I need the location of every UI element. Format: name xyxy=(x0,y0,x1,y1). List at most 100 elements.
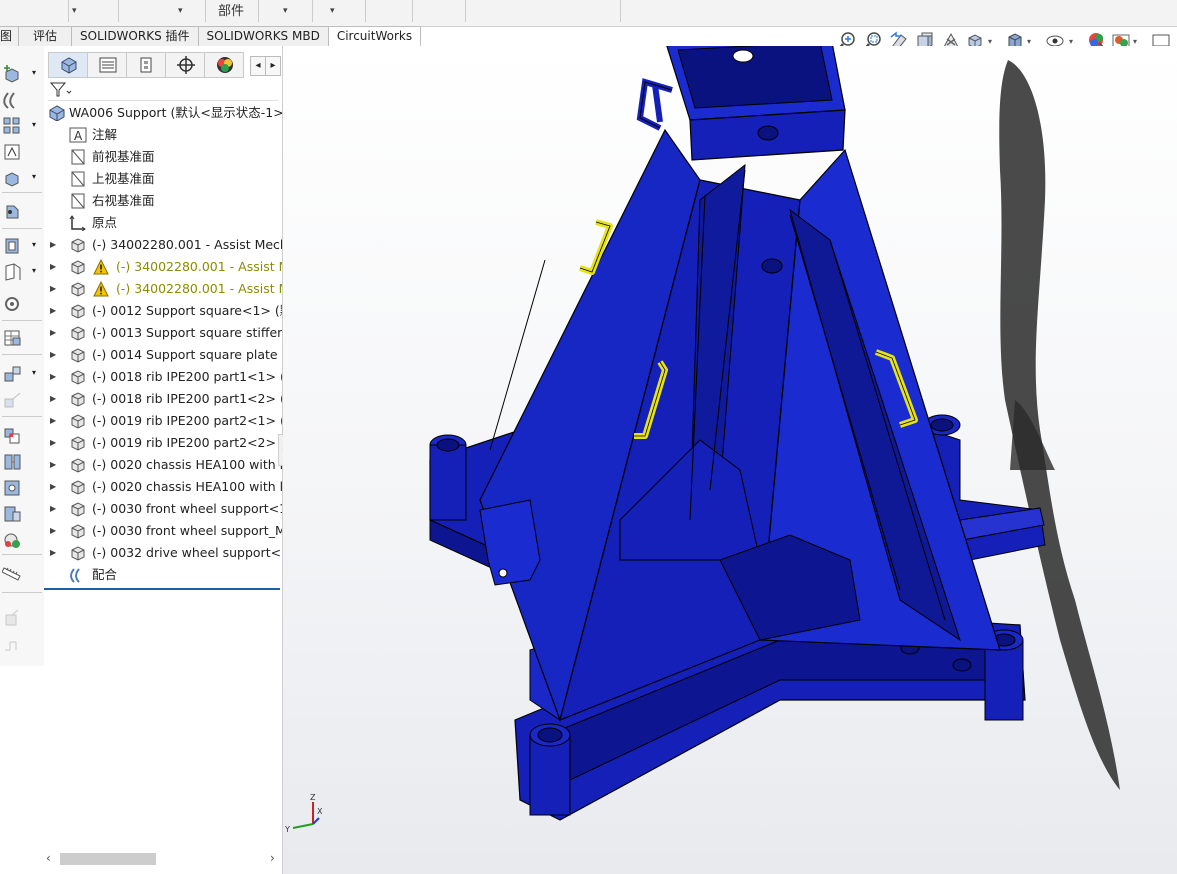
bill-of-materials-icon[interactable] xyxy=(2,328,24,348)
expand-arrow-icon[interactable]: ▶ xyxy=(50,366,56,388)
assembly-model[interactable] xyxy=(283,46,1177,874)
display-style-dropdown[interactable]: ▾ xyxy=(1027,37,1031,46)
tree-component[interactable]: ▶ (-) 0014 Support square plate 2- xyxy=(44,344,282,366)
tree-component-warning[interactable]: ▶ (-) 34002280.001 - Assist Me xyxy=(44,278,282,300)
clearance-verification-icon[interactable] xyxy=(2,452,24,472)
tree-component[interactable]: ▶ (-) 0020 chassis HEA100 with lev xyxy=(44,476,282,498)
tree-item-mates[interactable]: 配合 xyxy=(44,564,282,586)
tree-filter[interactable] xyxy=(48,80,278,101)
tab-dimxpert-manager[interactable] xyxy=(165,52,204,78)
expand-arrow-icon[interactable]: ▶ xyxy=(50,476,56,498)
component-label: (-) 34002280.001 - Assist Me xyxy=(116,281,282,296)
tree-item-top-plane[interactable]: 上视基准面 xyxy=(44,168,282,190)
mate-icon[interactable] xyxy=(2,90,24,110)
expand-arrow-icon[interactable]: ▶ xyxy=(50,542,56,564)
tab-property-manager[interactable] xyxy=(87,52,126,78)
tabs-scroll-left[interactable]: ◂ xyxy=(250,56,266,76)
tab-circuitworks[interactable]: CircuitWorks xyxy=(328,26,422,47)
tree-component[interactable]: ▶ (-) 0030 front wheel support_MII xyxy=(44,520,282,542)
expand-arrow-icon[interactable]: ▶ xyxy=(50,454,56,476)
hole-alignment-icon[interactable] xyxy=(2,478,24,498)
smart-fasteners-icon[interactable] xyxy=(2,142,24,162)
tree-item-annotations[interactable]: A 注解 xyxy=(44,124,282,146)
expand-arrow-icon[interactable]: ▶ xyxy=(50,234,56,256)
expand-arrow-icon[interactable]: ▶ xyxy=(50,432,56,454)
expand-arrow-icon[interactable]: ▶ xyxy=(50,256,56,278)
assembly-visualization-icon[interactable] xyxy=(2,504,24,524)
tree-item-right-plane[interactable]: 右视基准面 xyxy=(44,190,282,212)
expand-arrow-icon[interactable]: ▶ xyxy=(50,388,56,410)
ribbon-dropdown-2[interactable]: ▾ xyxy=(178,6,183,16)
tree-root-assembly[interactable]: WA006 Support (默认<显示状态-1>) xyxy=(44,102,282,124)
assembly-features-icon[interactable] xyxy=(2,236,24,256)
reference-geometry-dropdown[interactable]: ▾ xyxy=(32,266,36,275)
exploded-view-dropdown[interactable]: ▾ xyxy=(32,368,36,377)
ribbon-assembly-label[interactable]: 部件 xyxy=(218,0,244,19)
tree-component[interactable]: ▶ (-) 0019 rib IPE200 part2<1> (默 xyxy=(44,410,282,432)
show-hidden-components-icon[interactable] xyxy=(2,202,24,222)
tree-component[interactable]: ▶ (-) 34002280.001 - Assist Mech A xyxy=(44,234,282,256)
move-component-dropdown[interactable]: ▾ xyxy=(32,172,36,181)
scroll-thumb[interactable] xyxy=(60,853,156,865)
expand-arrow-icon[interactable]: ▶ xyxy=(50,278,56,300)
tree-item-label: 右视基准面 xyxy=(92,193,155,208)
tree-component[interactable]: ▶ (-) 0030 front wheel support<1> xyxy=(44,498,282,520)
tab-evaluate[interactable]: 评估 xyxy=(19,26,73,47)
scroll-right-arrow-icon[interactable]: › xyxy=(270,851,275,865)
expand-arrow-icon[interactable]: ▶ xyxy=(50,322,56,344)
strip-separator xyxy=(2,416,42,417)
tab-sketch[interactable]: 图 xyxy=(0,26,20,47)
expand-arrow-icon[interactable]: ▶ xyxy=(50,344,56,366)
measure-icon[interactable] xyxy=(2,562,24,582)
insert-components-dropdown[interactable]: ▾ xyxy=(32,68,36,77)
assembly-features-dropdown[interactable]: ▾ xyxy=(32,240,36,249)
tab-display-manager[interactable] xyxy=(204,52,244,78)
new-motion-study-icon[interactable] xyxy=(2,294,24,314)
linear-pattern-dropdown[interactable]: ▾ xyxy=(32,120,36,129)
display-manager-icon xyxy=(217,57,233,73)
insert-components-icon[interactable] xyxy=(2,64,24,84)
ribbon-dropdown-4[interactable]: ▾ xyxy=(330,6,335,16)
linear-pattern-icon[interactable] xyxy=(2,116,24,136)
ribbon-dropdown-3[interactable]: ▾ xyxy=(283,6,288,16)
part-icon xyxy=(71,436,85,451)
tree-component[interactable]: ▶ (-) 0020 chassis HEA100 with lev xyxy=(44,454,282,476)
tree-component[interactable]: ▶ (-) 0018 rib IPE200 part1<1> (默 xyxy=(44,366,282,388)
ribbon-separator xyxy=(68,0,69,22)
tab-solidworks-addins[interactable]: SOLIDWORKS 插件 xyxy=(72,26,199,47)
component-label: (-) 0032 drive wheel support<1> xyxy=(92,545,282,560)
tree-component[interactable]: ▶ (-) 0018 rib IPE200 part1<2> (默 xyxy=(44,388,282,410)
tree-rollback-bar[interactable] xyxy=(44,588,280,590)
tree-component[interactable]: ▶ (-) 0013 Support square stiffene xyxy=(44,322,282,344)
tree-component-warning[interactable]: ▶ (-) 34002280.001 - Assist Me xyxy=(44,256,282,278)
expand-arrow-icon[interactable]: ▶ xyxy=(50,300,56,322)
graphics-area[interactable]: Z Y X xyxy=(283,46,1177,874)
ribbon-dropdown-1[interactable]: ▾ xyxy=(72,6,77,16)
apply-scene-dropdown[interactable]: ▾ xyxy=(1133,37,1137,46)
filter-icon[interactable] xyxy=(50,82,72,98)
exploded-view-icon[interactable] xyxy=(2,364,24,384)
tree-item-origin[interactable]: 原点 xyxy=(44,212,282,234)
view-orientation-dropdown[interactable]: ▾ xyxy=(988,37,992,46)
scroll-left-arrow-icon[interactable]: ‹ xyxy=(46,851,51,865)
part-icon xyxy=(71,502,85,517)
tabs-scroll-right[interactable]: ▸ xyxy=(265,56,281,76)
tree-horizontal-scrollbar[interactable]: ‹ › xyxy=(44,850,282,868)
tab-feature-tree[interactable] xyxy=(48,52,87,78)
reference-geometry-icon[interactable] xyxy=(2,262,24,282)
tree-component[interactable]: ▶ (-) 0012 Support square<1> (默认 xyxy=(44,300,282,322)
expand-arrow-icon[interactable]: ▶ xyxy=(50,410,56,432)
expand-arrow-icon[interactable]: ▶ xyxy=(50,498,56,520)
expand-arrow-icon[interactable]: ▶ xyxy=(50,520,56,542)
tab-solidworks-mbd[interactable]: SOLIDWORKS MBD xyxy=(198,26,329,47)
move-component-icon[interactable] xyxy=(2,168,24,188)
tree-component[interactable]: ▶ (-) 0032 drive wheel support<1> xyxy=(44,542,282,564)
tab-configuration-manager[interactable] xyxy=(126,52,165,78)
tree-component[interactable]: ▶ (-) 0019 rib IPE200 part2<2> (默 xyxy=(44,432,282,454)
hide-show-dropdown[interactable]: ▾ xyxy=(1069,37,1073,46)
tree-item-front-plane[interactable]: 前视基准面 xyxy=(44,146,282,168)
interference-detection-icon[interactable] xyxy=(2,426,24,446)
performance-evaluation-icon[interactable] xyxy=(2,530,24,550)
ribbon-separator xyxy=(620,0,621,22)
svg-text:A: A xyxy=(74,129,83,143)
